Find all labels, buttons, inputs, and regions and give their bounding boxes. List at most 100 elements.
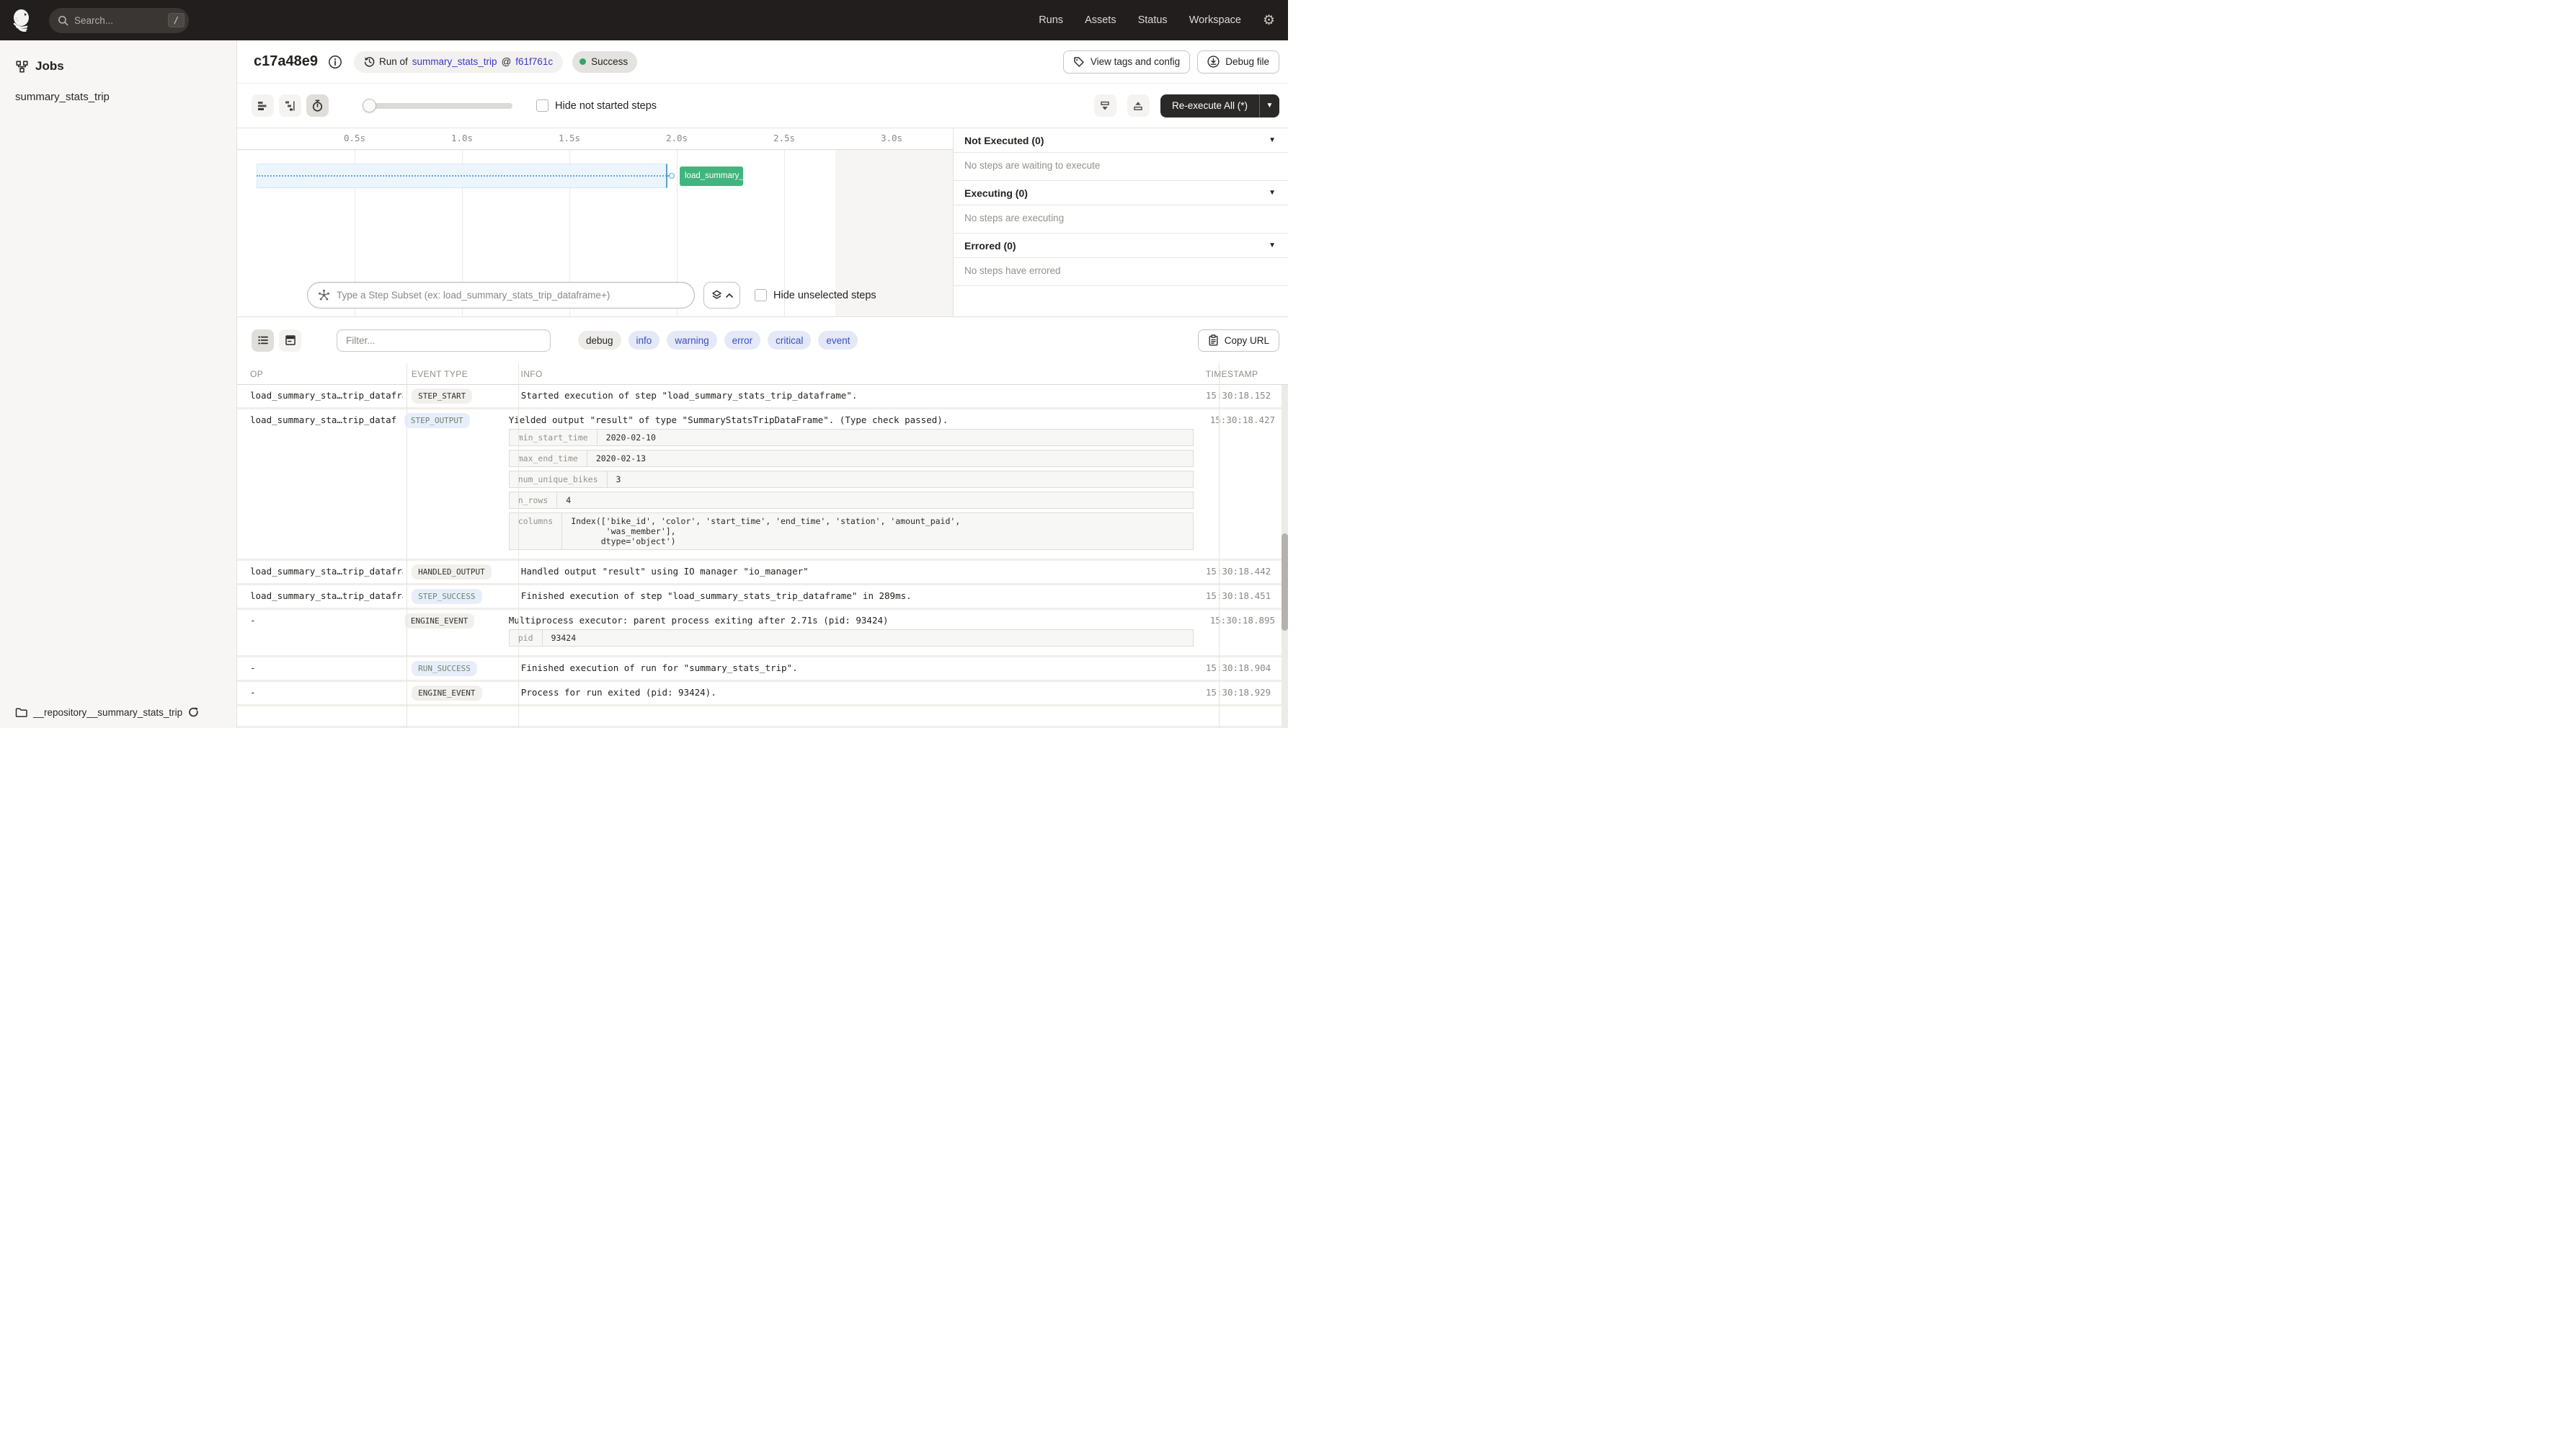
event-type-tag: STEP_OUTPUT xyxy=(404,413,470,428)
log-row-empty xyxy=(237,706,1288,728)
log-filter-input[interactable]: Filter... xyxy=(337,329,551,352)
log-level-pill-critical[interactable]: critical xyxy=(768,331,812,350)
gantt-zoom-slider[interactable] xyxy=(363,99,512,112)
reexecute-dropdown-caret[interactable]: ▼ xyxy=(1260,94,1279,117)
log-op-cell: - xyxy=(250,687,256,698)
snapshot-link[interactable]: f61f761c xyxy=(515,56,553,67)
chevron-down-icon[interactable]: ▼ xyxy=(1269,136,1276,144)
log-timestamp-cell[interactable]: 15:30:18.152 xyxy=(1196,385,1288,407)
repository-footer[interactable]: __repository__summary_stats_trip xyxy=(15,707,199,718)
hide-not-started-checkbox-row[interactable]: Hide not started steps xyxy=(536,99,657,112)
search-input[interactable]: Search... / xyxy=(49,7,189,33)
log-event-type-cell: STEP_SUCCESS xyxy=(403,585,512,608)
metadata-key: max_end_time xyxy=(510,450,587,466)
log-section: Filter... debug info warning error critical e… xyxy=(237,317,1288,728)
status-badge: Success xyxy=(572,50,638,73)
gantt-flat-view-button[interactable] xyxy=(252,94,274,117)
log-op-cell: load_summary_sta…trip_dataframe xyxy=(250,414,396,425)
reload-repository-icon[interactable] xyxy=(188,707,199,718)
axis-tick-label: 2.5s xyxy=(773,133,796,143)
log-event-type-cell: RUN_SUCCESS xyxy=(403,657,512,680)
sidebar: Jobs summary_stats_trip __repository__su… xyxy=(0,40,237,728)
log-timestamp-cell[interactable]: 15:30:18.451 xyxy=(1196,585,1288,608)
gantt-step-bar[interactable]: load_summary_ xyxy=(680,167,743,186)
nav-link-runs[interactable]: Runs xyxy=(1039,14,1063,26)
log-event-type-cell: STEP_START xyxy=(403,385,512,407)
log-timestamp-cell[interactable]: 15:30:18.895 xyxy=(1201,610,1288,655)
status-section-header[interactable]: Errored (0) ▼ xyxy=(954,234,1288,258)
chevron-down-icon[interactable]: ▼ xyxy=(1269,241,1276,249)
metadata-key: pid xyxy=(510,630,543,646)
dagster-logo[interactable] xyxy=(11,9,34,32)
log-list-view-button[interactable] xyxy=(252,329,274,352)
log-timestamp-cell[interactable]: 15:30:18.427 xyxy=(1201,409,1288,559)
gantt-timed-view-button[interactable] xyxy=(306,94,329,117)
metadata-key: min_start_time xyxy=(510,430,598,445)
scroll-to-top-button[interactable] xyxy=(1127,94,1150,117)
reexecute-all-button[interactable]: Re-execute All (*) xyxy=(1160,94,1259,117)
hide-unselected-checkbox-row[interactable]: Hide unselected steps xyxy=(755,289,876,301)
nav-link-assets[interactable]: Assets xyxy=(1085,14,1116,26)
gantt-waterfall-view-button[interactable] xyxy=(279,94,301,117)
log-row[interactable]: load_summary_sta…trip_dataframe STEP_OUTP… xyxy=(237,409,1288,561)
log-row[interactable]: - ENGINE_EVENT Multiprocess executor: pare… xyxy=(237,610,1288,657)
log-timestamp-cell[interactable]: 15:30:18.442 xyxy=(1196,561,1288,583)
nav-link-status[interactable]: Status xyxy=(1138,14,1168,26)
metadata-key: num_unique_bikes xyxy=(510,471,608,487)
log-row[interactable]: - RUN_SUCCESS Finished execution of run fo… xyxy=(237,657,1288,682)
log-info-text: Handled output "result" using IO manager… xyxy=(520,566,809,577)
run-header: c17a48e9 Run of summary_stats_trip @ f61… xyxy=(237,40,1288,84)
job-link[interactable]: summary_stats_trip xyxy=(412,56,497,67)
copy-url-label: Copy URL xyxy=(1224,334,1269,346)
nav-link-workspace[interactable]: Workspace xyxy=(1189,14,1241,26)
slider-knob[interactable] xyxy=(363,99,376,112)
status-section-header[interactable]: Not Executed (0) ▼ xyxy=(954,128,1288,153)
status-section-header[interactable]: Executing (0) ▼ xyxy=(954,181,1288,205)
chevron-down-icon[interactable]: ▼ xyxy=(1269,189,1276,197)
log-level-pill-info[interactable]: info xyxy=(628,331,660,350)
gantt-chart: 0.5s 1.0s 1.5s 2.0s 2.5s 3.0s load_summary_ xyxy=(237,128,953,316)
graph-query-presets-button[interactable] xyxy=(703,282,740,308)
log-op-cell: load_summary_sta…trip_dataframe xyxy=(250,390,404,401)
log-row[interactable]: load_summary_sta…trip_dataframe HANDLED_O… xyxy=(237,561,1288,585)
log-row[interactable]: load_summary_sta…trip_dataframe STEP_SUCC… xyxy=(237,585,1288,610)
log-level-pill-event[interactable]: event xyxy=(818,331,858,350)
log-level-pill-error[interactable]: error xyxy=(724,331,761,350)
event-type-tag: HANDLED_OUTPUT xyxy=(412,564,492,580)
log-row[interactable]: - ENGINE_EVENT Process for run exited (pid… xyxy=(237,682,1288,706)
debug-file-label: Debug file xyxy=(1225,56,1269,67)
log-scrollbar-thumb[interactable] xyxy=(1282,533,1288,631)
log-timestamp-cell[interactable]: 15:30:18.904 xyxy=(1196,657,1288,680)
log-level-pill-warning[interactable]: warning xyxy=(667,331,717,350)
log-info-cell: Started execution of step "load_summary_… xyxy=(512,385,1196,407)
hide-not-started-checkbox[interactable] xyxy=(536,99,548,112)
sidebar-item-job[interactable]: summary_stats_trip xyxy=(0,91,236,103)
copy-url-button[interactable]: Copy URL xyxy=(1197,329,1279,352)
view-tags-config-button[interactable]: View tags and config xyxy=(1062,50,1191,74)
status-section-title: Not Executed (0) xyxy=(964,134,1044,146)
download-circle-icon xyxy=(1207,56,1220,68)
log-toolbar: Filter... debug info warning error critical e… xyxy=(237,317,1288,363)
gear-icon[interactable]: ⚙ xyxy=(1263,14,1275,27)
log-structured-view-button[interactable] xyxy=(279,329,301,352)
hide-unselected-label: Hide unselected steps xyxy=(773,289,876,301)
log-level-pill-debug[interactable]: debug xyxy=(578,331,621,350)
jobs-header: Jobs xyxy=(0,40,236,74)
log-info-cell: Yielded output "result" of type "Summary… xyxy=(500,409,1201,559)
metadata-key: columns xyxy=(510,513,563,549)
log-info-text: Process for run exited (pid: 93424). xyxy=(520,687,716,698)
scroll-to-bottom-button[interactable] xyxy=(1093,94,1116,117)
gantt-dependency-marker xyxy=(669,173,675,179)
log-info-text: Finished execution of run for "summary_s… xyxy=(520,662,798,673)
debug-file-button[interactable]: Debug file xyxy=(1197,50,1279,74)
log-timestamp-cell[interactable]: 15:30:18.929 xyxy=(1196,682,1288,704)
search-placeholder: Search... xyxy=(74,14,114,26)
info-icon[interactable] xyxy=(328,55,342,69)
step-subset-input[interactable]: Type a Step Subset (ex: load_summary_sta… xyxy=(307,282,695,308)
graph-query-icon xyxy=(319,289,329,301)
log-row[interactable]: load_summary_sta…trip_dataframe STEP_STAR… xyxy=(237,385,1288,409)
history-icon xyxy=(364,57,375,67)
event-type-tag: ENGINE_EVENT xyxy=(404,613,475,629)
metadata-entry: pid 93424 xyxy=(508,629,1194,647)
hide-unselected-checkbox[interactable] xyxy=(755,289,767,301)
